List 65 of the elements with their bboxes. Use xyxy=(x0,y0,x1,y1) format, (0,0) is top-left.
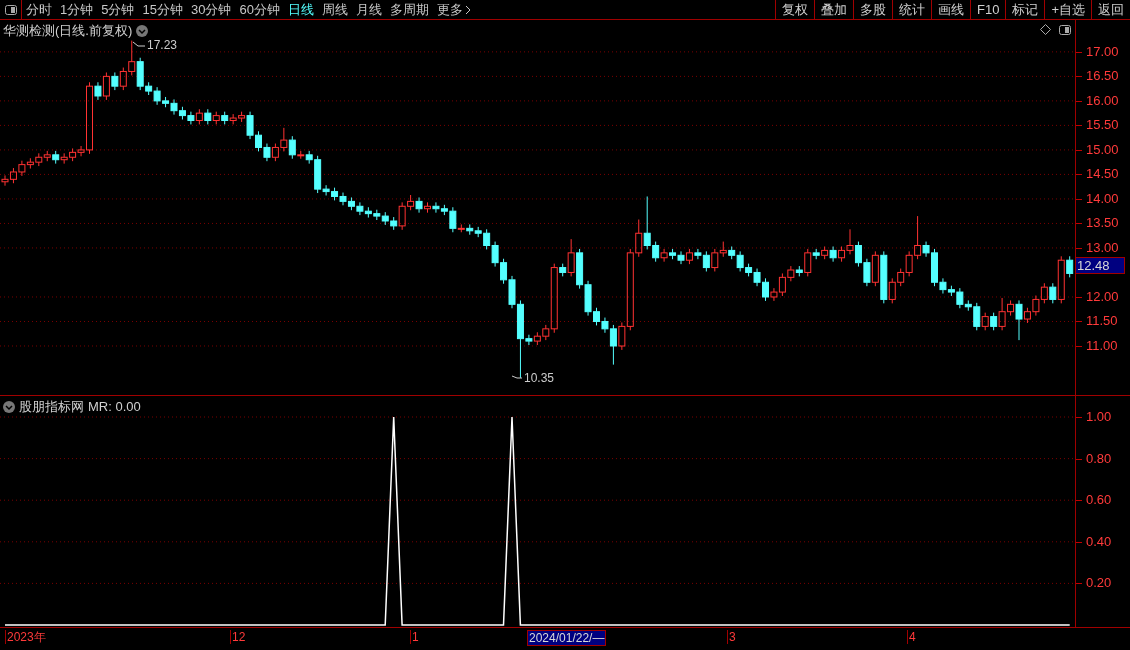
y-tick-label: 14.50 xyxy=(1086,167,1119,182)
period-tab[interactable]: 多周期 xyxy=(385,0,433,19)
candlestick xyxy=(466,223,474,236)
period-tab[interactable]: 60分钟 xyxy=(235,0,284,19)
period-tab[interactable]: 分时 xyxy=(22,0,56,19)
toolbar-button[interactable]: 叠加 xyxy=(814,0,853,19)
candlestick xyxy=(111,71,119,91)
toolbar-button[interactable]: 标记 xyxy=(1005,0,1045,19)
y-tick-label: 12.00 xyxy=(1086,289,1119,304)
period-tab[interactable]: 1分钟 xyxy=(56,0,98,19)
candlestick xyxy=(94,81,102,101)
high-marker-line xyxy=(132,41,146,47)
period-tab[interactable]: 15分钟 xyxy=(138,0,187,19)
period-tab[interactable]: 5分钟 xyxy=(97,0,139,19)
date-axis-label: 12 xyxy=(230,630,247,644)
chevron-right-icon xyxy=(464,4,471,15)
candlestick xyxy=(415,196,423,214)
period-tab[interactable]: 月线 xyxy=(351,0,386,19)
toolbar-button[interactable]: 多股 xyxy=(853,0,892,19)
diamond-icon[interactable] xyxy=(1040,24,1051,35)
high-price-label: 17.23 xyxy=(147,39,178,52)
y-tick-label: 0.60 xyxy=(1086,493,1112,508)
y-tick-label: 0.20 xyxy=(1086,576,1112,591)
y-tick-label: 11.00 xyxy=(1086,339,1118,353)
y-tick-label: 15.00 xyxy=(1086,142,1119,157)
candlestick xyxy=(1015,299,1023,341)
date-axis-label: 2023年 xyxy=(5,630,47,644)
candlestick xyxy=(424,201,431,214)
date-axis-label: 1 xyxy=(410,630,420,644)
y-tick-label: 0.80 xyxy=(1086,451,1112,466)
dropdown-icon[interactable] xyxy=(136,24,149,37)
low-price-label: 10.35 xyxy=(524,372,555,385)
y-tick-label: 13.00 xyxy=(1086,240,1119,255)
y-tick-label: 14.00 xyxy=(1086,191,1119,206)
y-tick-label: 0.40 xyxy=(1086,534,1112,549)
candlestick xyxy=(660,248,668,263)
date-axis-label: 4 xyxy=(907,630,917,644)
date-axis-label: 2024/01/22/— xyxy=(527,630,607,646)
last-price-tag: 12.48 xyxy=(1075,257,1125,274)
y-tick-label: 16.00 xyxy=(1086,93,1119,108)
toolbar-button[interactable]: 返回 xyxy=(1091,0,1130,19)
y-tick-label: 1.00 xyxy=(1086,410,1112,424)
toolbar-button[interactable]: 统计 xyxy=(892,0,931,19)
panel-toggle-icon[interactable] xyxy=(4,4,17,15)
more-button[interactable]: 更多 xyxy=(432,0,475,19)
indicator-reading: MR: 0.00 xyxy=(88,398,141,416)
dropdown-icon[interactable] xyxy=(3,400,15,413)
chart-title: 华测检测(日线.前复权) xyxy=(3,22,133,40)
candlestick xyxy=(829,245,837,263)
panel-toggle-icon[interactable] xyxy=(1059,24,1071,35)
toolbar-button[interactable]: +自选 xyxy=(1044,0,1091,19)
y-tick-label: 11.50 xyxy=(1086,314,1118,329)
low-marker-line xyxy=(511,375,523,379)
y-tick-label: 13.50 xyxy=(1086,216,1119,231)
period-tab[interactable]: 日线 xyxy=(283,0,318,19)
y-tick-label: 17.00 xyxy=(1086,44,1119,59)
indicator-title: 股朋指标网 xyxy=(19,398,84,416)
period-tab[interactable]: 30分钟 xyxy=(186,0,236,19)
toolbar-button[interactable]: F10 xyxy=(970,0,1006,19)
date-axis-label: 3 xyxy=(727,630,737,644)
period-tab[interactable]: 周线 xyxy=(317,0,352,19)
toolbar-button[interactable]: 画线 xyxy=(931,0,970,19)
y-tick-label: 15.50 xyxy=(1086,118,1119,133)
y-tick-label: 16.50 xyxy=(1086,69,1119,84)
toolbar-button[interactable]: 复权 xyxy=(775,0,814,19)
